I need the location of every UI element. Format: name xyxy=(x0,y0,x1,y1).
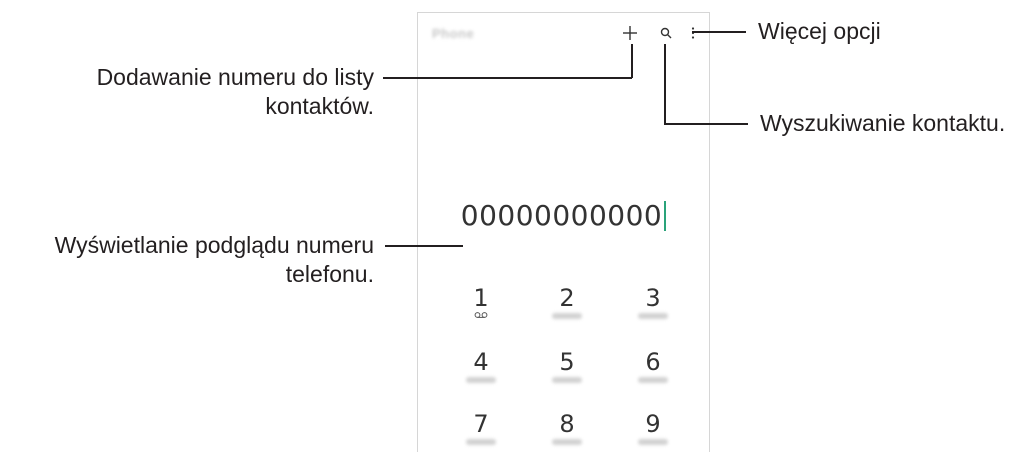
key-7[interactable]: 7 xyxy=(451,411,511,469)
callout-line-add-contact-h xyxy=(383,77,632,79)
callout-line-add-contact-v xyxy=(631,44,633,78)
voicemail-icon xyxy=(474,312,488,318)
key-letters xyxy=(638,439,668,445)
key-9[interactable]: 9 xyxy=(623,411,683,469)
search-icon xyxy=(660,27,672,39)
key-digit: 8 xyxy=(559,410,575,438)
key-digit: 2 xyxy=(559,284,575,312)
key-6[interactable]: 6 xyxy=(623,349,683,407)
key-8[interactable]: 8 xyxy=(537,411,597,469)
key-digit: 3 xyxy=(645,284,661,312)
key-digit: 1 xyxy=(473,284,489,312)
callout-add-contact-line1: Dodawanie numeru do listy xyxy=(96,64,374,90)
callout-line-search-h xyxy=(664,123,748,125)
more-options-icon xyxy=(691,27,695,39)
key-letters xyxy=(638,313,668,319)
key-digit: 6 xyxy=(645,348,661,376)
key-letters xyxy=(552,313,582,319)
app-title: Phone xyxy=(432,26,475,41)
key-letters xyxy=(552,377,582,383)
plus-icon xyxy=(623,26,637,40)
callout-line-search-v xyxy=(664,44,666,124)
callout-add-contact: Dodawanie numeru do listy kontaktów. xyxy=(97,63,374,121)
key-4[interactable]: 4 xyxy=(451,349,511,407)
callout-add-contact-line2: kontaktów. xyxy=(265,93,374,119)
callout-line-number-preview xyxy=(385,245,463,247)
key-digit: 5 xyxy=(559,348,575,376)
search-button[interactable] xyxy=(656,21,676,45)
add-contact-button[interactable] xyxy=(618,21,642,45)
key-digit: 7 xyxy=(473,410,489,438)
key-letters xyxy=(466,377,496,383)
callout-search-contact: Wyszukiwanie kontaktu. xyxy=(760,110,1006,136)
callout-number-preview: Wyświetlanie podglądu numeru telefonu. xyxy=(55,231,374,289)
callout-number-preview-line1: Wyświetlanie podglądu numeru xyxy=(54,232,374,258)
key-letters xyxy=(466,439,496,445)
key-digit: 9 xyxy=(645,410,661,438)
dialed-number: 00000000000 xyxy=(460,199,663,232)
more-options-button[interactable] xyxy=(686,21,700,45)
key-1[interactable]: 1 xyxy=(451,285,511,343)
key-2[interactable]: 2 xyxy=(537,285,597,343)
key-5[interactable]: 5 xyxy=(537,349,597,407)
callout-number-preview-line2: telefonu. xyxy=(285,261,374,287)
text-cursor xyxy=(664,201,667,231)
key-3[interactable]: 3 xyxy=(623,285,683,343)
callout-more-options: Więcej opcji xyxy=(758,18,881,44)
number-display[interactable]: 00000000000 xyxy=(418,199,709,232)
key-letters xyxy=(552,439,582,445)
key-digit: 4 xyxy=(473,348,489,376)
callout-line-more-options xyxy=(692,31,746,33)
key-letters xyxy=(638,377,668,383)
